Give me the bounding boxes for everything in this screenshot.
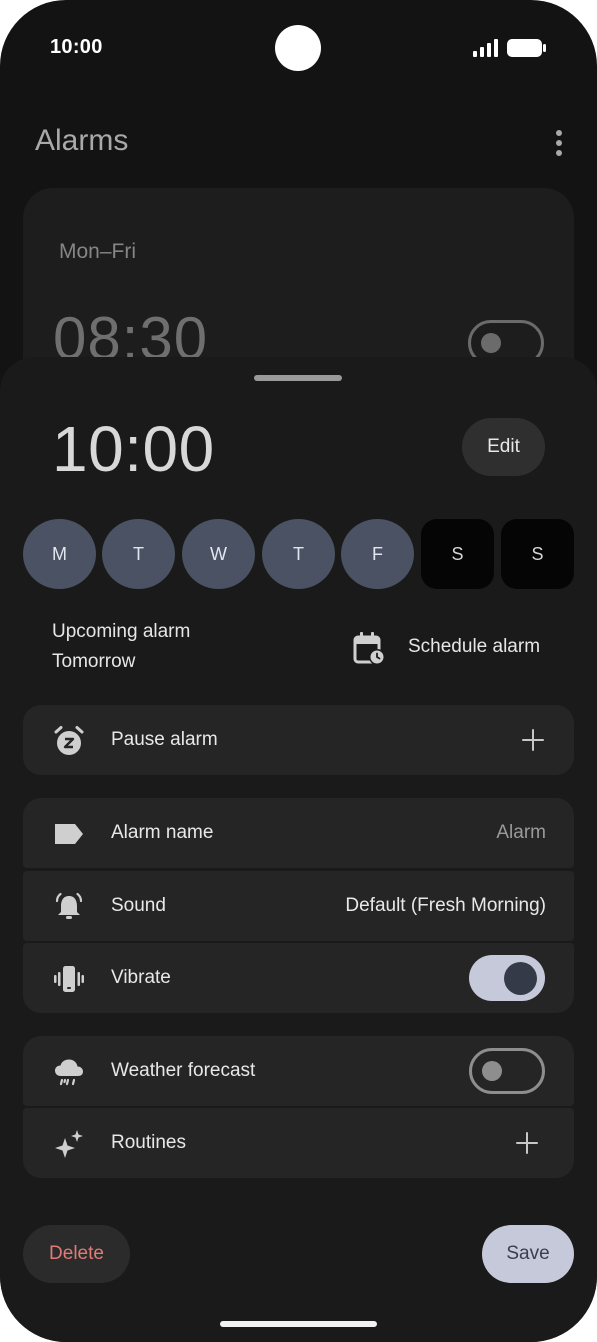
day-monday[interactable]: M [23, 519, 96, 589]
day-wednesday[interactable]: W [182, 519, 255, 589]
more-options-icon[interactable] [549, 128, 569, 158]
edit-button[interactable]: Edit [462, 418, 545, 476]
alarm-time[interactable]: 10:00 [52, 412, 215, 486]
vibrate-phone-icon [54, 966, 84, 992]
home-indicator[interactable] [220, 1321, 377, 1327]
pause-alarm-row[interactable]: Pause alarm [23, 705, 574, 775]
alarm-name-label: Alarm name [111, 822, 214, 843]
sound-label: Sound [111, 895, 166, 916]
add-pause-icon[interactable] [522, 729, 544, 751]
alarm-card-days: Mon–Fri [59, 240, 137, 263]
bell-ringing-icon [55, 892, 83, 919]
save-button[interactable]: Save [482, 1225, 574, 1283]
alarm-edit-sheet: 10:00 Edit M T W T F S S Upcoming alarm … [0, 357, 597, 1342]
routines-label: Routines [111, 1132, 186, 1153]
routines-row[interactable]: Routines [23, 1108, 574, 1178]
upcoming-alarm-day: Tomorrow [52, 651, 136, 672]
day-friday[interactable]: F [341, 519, 414, 589]
rain-cloud-icon [55, 1059, 83, 1086]
vibrate-label: Vibrate [111, 967, 171, 988]
day-tuesday[interactable]: T [102, 519, 175, 589]
weather-forecast-toggle[interactable] [469, 1048, 545, 1094]
sound-value: Default (Fresh Morning) [345, 895, 546, 916]
delete-button[interactable]: Delete [23, 1225, 130, 1283]
phone-screen: 10:00 Alarms Mon–Fri 08:30 10:00 Edit M … [0, 0, 597, 1342]
drag-handle[interactable] [254, 375, 342, 381]
calendar-clock-icon[interactable] [353, 631, 385, 665]
vibrate-toggle[interactable] [469, 955, 545, 1001]
sparkle-icon [55, 1130, 83, 1158]
upcoming-alarm-label: Upcoming alarm [52, 621, 191, 642]
alarm-name-row[interactable]: Alarm name Alarm [23, 798, 574, 868]
add-routine-icon[interactable] [516, 1132, 538, 1154]
day-saturday[interactable]: S [421, 519, 494, 589]
weather-forecast-row[interactable]: Weather forecast [23, 1036, 574, 1106]
pause-alarm-label: Pause alarm [111, 729, 218, 750]
day-thursday[interactable]: T [262, 519, 335, 589]
alarm-name-value: Alarm [496, 822, 546, 843]
day-sunday[interactable]: S [501, 519, 574, 589]
signal-icon [473, 39, 498, 57]
vibrate-row[interactable]: Vibrate [23, 943, 574, 1013]
alarm-snooze-icon [54, 726, 84, 755]
page-title: Alarms [35, 124, 129, 157]
battery-icon [507, 39, 546, 57]
label-tag-icon [55, 824, 83, 844]
schedule-alarm-button[interactable]: Schedule alarm [408, 636, 540, 658]
sound-row[interactable]: Sound Default (Fresh Morning) [23, 871, 574, 941]
weather-forecast-label: Weather forecast [111, 1060, 256, 1081]
status-time: 10:00 [50, 36, 103, 58]
front-camera [275, 25, 321, 71]
